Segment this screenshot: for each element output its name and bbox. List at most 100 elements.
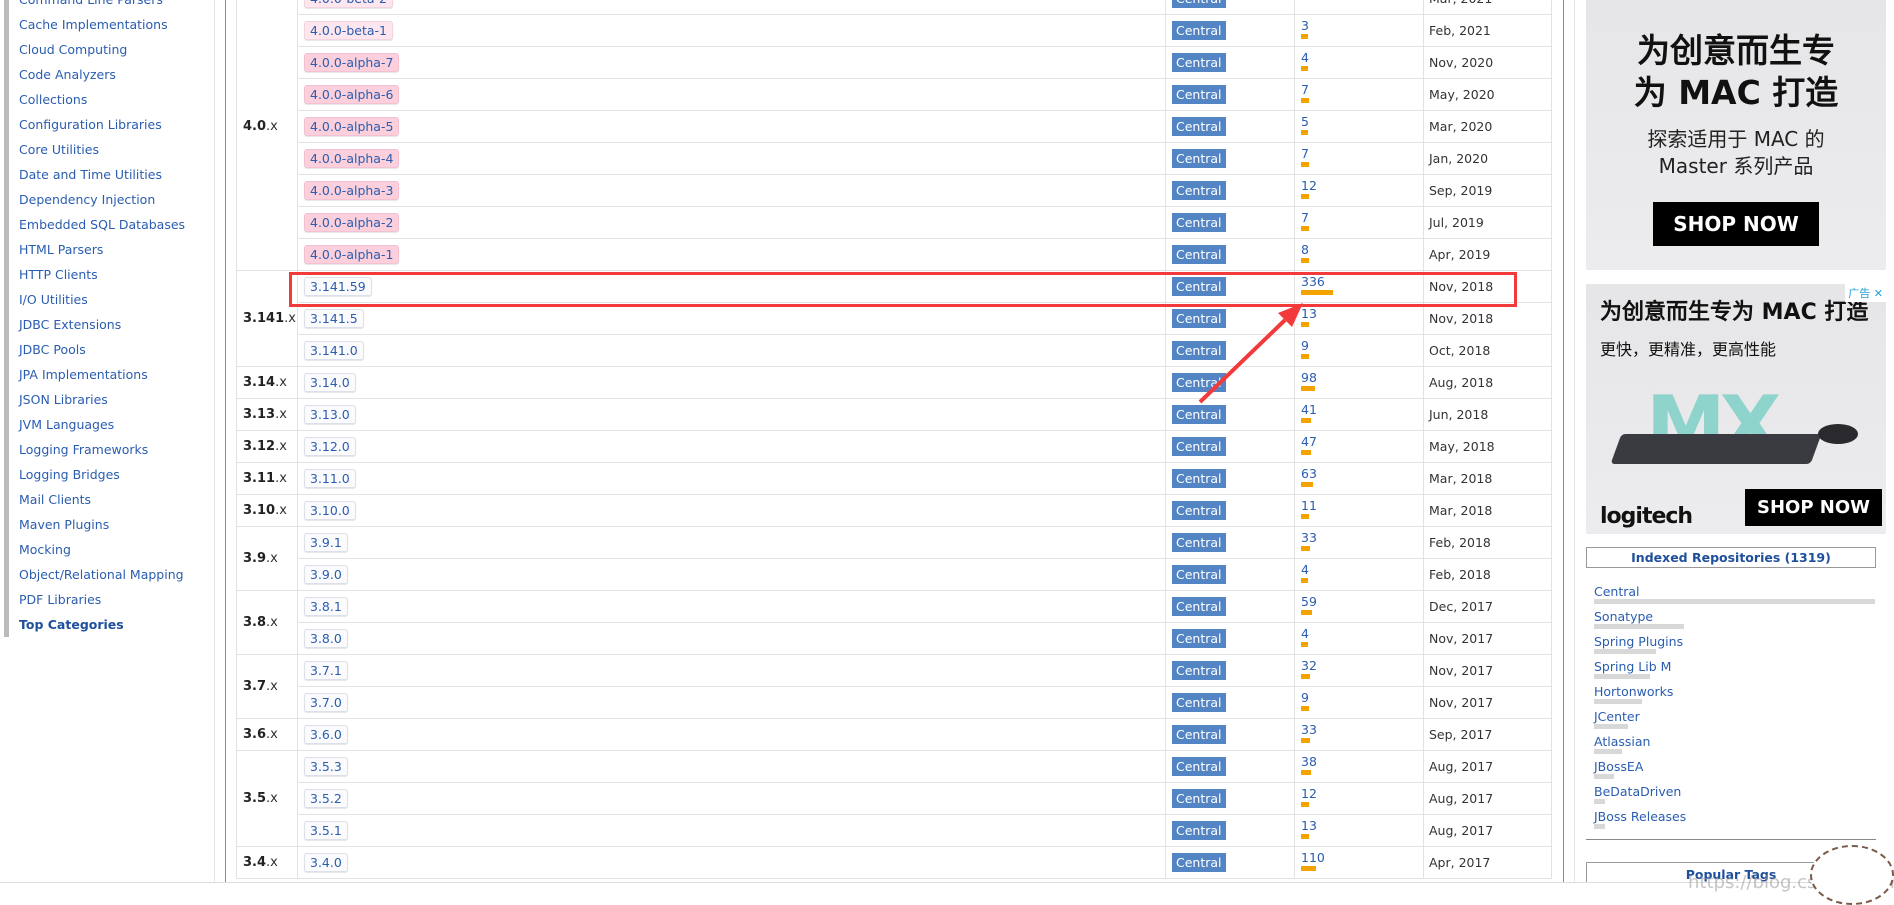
repository-badge[interactable]: Central	[1172, 565, 1226, 584]
version-link[interactable]: 3.9.1	[304, 533, 348, 552]
usages-link[interactable]: 7	[1301, 211, 1417, 225]
sidebar-category-link[interactable]: Cache Implementations	[4, 12, 215, 37]
repository-badge[interactable]: Central	[1172, 213, 1226, 232]
repository-badge[interactable]: Central	[1172, 53, 1226, 72]
repository-badge[interactable]: Central	[1172, 117, 1226, 136]
version-link[interactable]: 4.0.0-alpha-4	[304, 149, 400, 168]
ad-choices[interactable]: 广告 ✕	[1845, 284, 1886, 302]
version-link[interactable]: 3.5.2	[304, 789, 348, 808]
usages-link[interactable]: 33	[1301, 723, 1417, 737]
usages-link[interactable]: 12	[1301, 179, 1417, 193]
sidebar-category-link[interactable]: JDBC Pools	[4, 337, 215, 362]
version-link[interactable]: 4.0.0-alpha-5	[304, 117, 400, 136]
repository-badge[interactable]: Central	[1172, 181, 1226, 200]
version-link[interactable]: 3.6.0	[304, 725, 348, 744]
sidebar-category-link[interactable]: JPA Implementations	[4, 362, 215, 387]
sidebar-category-link[interactable]: Object/Relational Mapping	[4, 562, 215, 587]
usages-link[interactable]: 63	[1301, 467, 1417, 481]
repository-link[interactable]: JBoss Releases	[1594, 809, 1876, 824]
sidebar-category-link[interactable]: Logging Frameworks	[4, 437, 215, 462]
repository-link[interactable]: JBossEA	[1594, 759, 1876, 774]
usages-link[interactable]: 9	[1301, 339, 1417, 353]
repository-badge[interactable]: Central	[1172, 149, 1226, 168]
repository-badge[interactable]: Central	[1172, 533, 1226, 552]
repository-link[interactable]: BeDataDriven	[1594, 784, 1876, 799]
shop-now-button[interactable]: SHOP NOW	[1745, 489, 1883, 526]
sidebar-category-link[interactable]: HTTP Clients	[4, 262, 215, 287]
repository-badge[interactable]: Central	[1172, 341, 1226, 360]
repository-badge[interactable]: Central	[1172, 469, 1226, 488]
repository-badge[interactable]: Central	[1172, 725, 1226, 744]
advertisement-banner[interactable]: 为创意而生专为 MAC 打造 更快，更精准，更高性能 MX logitech S…	[1586, 284, 1886, 534]
sidebar-top-categories-link[interactable]: Top Categories	[4, 612, 215, 637]
sidebar-category-link[interactable]: Embedded SQL Databases	[4, 212, 215, 237]
usages-link[interactable]: 47	[1301, 435, 1417, 449]
repository-link[interactable]: Atlassian	[1594, 734, 1876, 749]
horizontal-scrollbar[interactable]	[0, 882, 1894, 897]
repository-badge[interactable]: Central	[1172, 245, 1226, 264]
repository-badge[interactable]: Central	[1172, 597, 1226, 616]
sidebar-category-link[interactable]: Command Line Parsers	[4, 0, 215, 12]
version-link[interactable]: 3.7.1	[304, 661, 348, 680]
repository-badge[interactable]: Central	[1172, 437, 1226, 456]
version-link[interactable]: 4.0.0-alpha-3	[304, 181, 400, 200]
usages-link[interactable]: 5	[1301, 115, 1417, 129]
sidebar-category-link[interactable]: Dependency Injection	[4, 187, 215, 212]
sidebar-category-link[interactable]: Cloud Computing	[4, 37, 215, 62]
usages-link[interactable]: 7	[1301, 83, 1417, 97]
version-link[interactable]: 3.8.0	[304, 629, 348, 648]
usages-link[interactable]: 4	[1301, 563, 1417, 577]
repository-badge[interactable]: Central	[1172, 821, 1226, 840]
repository-badge[interactable]: Central	[1172, 0, 1226, 8]
repository-link[interactable]: Spring Lib M	[1594, 659, 1876, 674]
version-link[interactable]: 3.10.0	[304, 501, 356, 520]
repository-badge[interactable]: Central	[1172, 853, 1226, 872]
advertisement-banner[interactable]: 为创意而生专为 MAC 打造 探索适用于 MAC 的 Master 系列产品 SH…	[1586, 0, 1886, 270]
sidebar-category-link[interactable]: Mail Clients	[4, 487, 215, 512]
usages-link[interactable]: 59	[1301, 595, 1417, 609]
repository-badge[interactable]: Central	[1172, 693, 1226, 712]
version-link[interactable]: 3.14.0	[304, 373, 356, 392]
repository-badge[interactable]: Central	[1172, 501, 1226, 520]
version-link[interactable]: 3.5.1	[304, 821, 348, 840]
usages-link[interactable]: 11	[1301, 499, 1417, 513]
usages-link[interactable]: 4	[1301, 627, 1417, 641]
sidebar-category-link[interactable]: Date and Time Utilities	[4, 162, 215, 187]
sidebar-category-link[interactable]: I/O Utilities	[4, 287, 215, 312]
version-link[interactable]: 3.9.0	[304, 565, 348, 584]
sidebar-category-link[interactable]: Mocking	[4, 537, 215, 562]
sidebar-category-link[interactable]: JSON Libraries	[4, 387, 215, 412]
usages-link[interactable]: 110	[1301, 851, 1417, 865]
repository-link[interactable]: JCenter	[1594, 709, 1876, 724]
repository-link[interactable]: Central	[1594, 584, 1876, 599]
version-link[interactable]: 3.141.0	[304, 341, 364, 360]
repository-badge[interactable]: Central	[1172, 85, 1226, 104]
version-link[interactable]: 4.0.0-beta-1	[304, 21, 393, 40]
repository-link[interactable]: Spring Plugins	[1594, 634, 1876, 649]
version-link[interactable]: 4.0.0-alpha-1	[304, 245, 400, 264]
version-link[interactable]: 3.4.0	[304, 853, 348, 872]
repository-badge[interactable]: Central	[1172, 373, 1226, 392]
version-link[interactable]: 3.13.0	[304, 405, 356, 424]
repository-link[interactable]: Hortonworks	[1594, 684, 1876, 699]
usages-link[interactable]: 98	[1301, 371, 1417, 385]
usages-link[interactable]: 8	[1301, 243, 1417, 257]
sidebar-category-link[interactable]: Code Analyzers	[4, 62, 215, 87]
usages-link[interactable]: 32	[1301, 659, 1417, 673]
version-link[interactable]: 3.5.3	[304, 757, 348, 776]
repository-badge[interactable]: Central	[1172, 629, 1226, 648]
sidebar-category-link[interactable]: HTML Parsers	[4, 237, 215, 262]
version-link[interactable]: 4.0.0-alpha-6	[304, 85, 400, 104]
version-link[interactable]: 4.0.0-beta-2	[304, 0, 393, 8]
usages-link[interactable]: 3	[1301, 19, 1417, 33]
usages-link[interactable]: 9	[1301, 691, 1417, 705]
usages-link[interactable]: 41	[1301, 403, 1417, 417]
usages-link[interactable]: 38	[1301, 755, 1417, 769]
sidebar-category-link[interactable]: JVM Languages	[4, 412, 215, 437]
usages-link[interactable]: 13	[1301, 307, 1417, 321]
usages-link[interactable]: 12	[1301, 787, 1417, 801]
usages-link[interactable]: 7	[1301, 147, 1417, 161]
repository-badge[interactable]: Central	[1172, 405, 1226, 424]
usages-link[interactable]: 4	[1301, 51, 1417, 65]
sidebar-category-link[interactable]: Configuration Libraries	[4, 112, 215, 137]
